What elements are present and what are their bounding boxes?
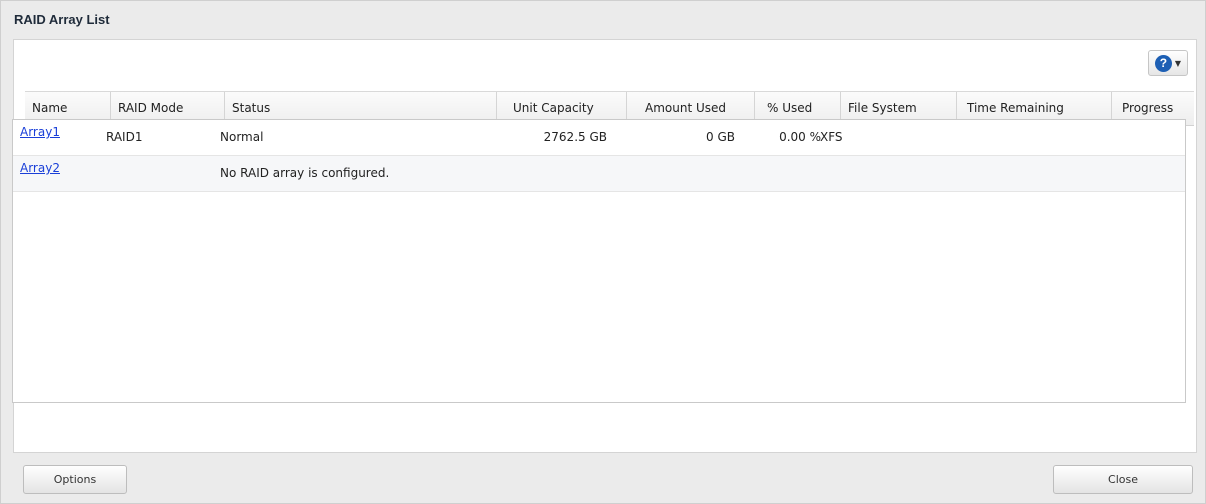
file-system-cell: XFS [820,130,843,144]
progress-cell [1100,156,1182,191]
array-link[interactable]: Array1 [20,125,60,139]
close-button[interactable]: Close [1053,465,1193,494]
table-body: Array1 RAID1 Normal 2762.5 GB 0 GB 0.00 … [12,119,1186,403]
dialog-title: RAID Array List [14,12,110,27]
help-button[interactable]: ? ▼ [1148,50,1188,76]
progress-cell [1100,120,1182,155]
unit-capacity-cell: 2762.5 GB [543,130,607,144]
array-link[interactable]: Array2 [20,161,60,175]
status-cell: Normal [220,130,264,144]
options-button[interactable]: Options [23,465,127,494]
raid-array-list-dialog: RAID Array List ? ▼ Name RAID Mode Statu… [0,0,1206,504]
help-icon: ? [1154,54,1172,72]
amount-used-cell: 0 GB [706,130,735,144]
table-row[interactable]: Array1 RAID1 Normal 2762.5 GB 0 GB 0.00 … [13,120,1185,156]
raid-mode-cell [99,156,213,191]
raid-mode-cell: RAID1 [106,130,143,144]
chevron-down-icon: ▼ [1174,58,1182,68]
status-cell: No RAID array is configured. [220,166,390,180]
time-remaining-cell [945,120,1100,155]
table-row[interactable]: Array2 No RAID array is configured. [13,156,1185,192]
